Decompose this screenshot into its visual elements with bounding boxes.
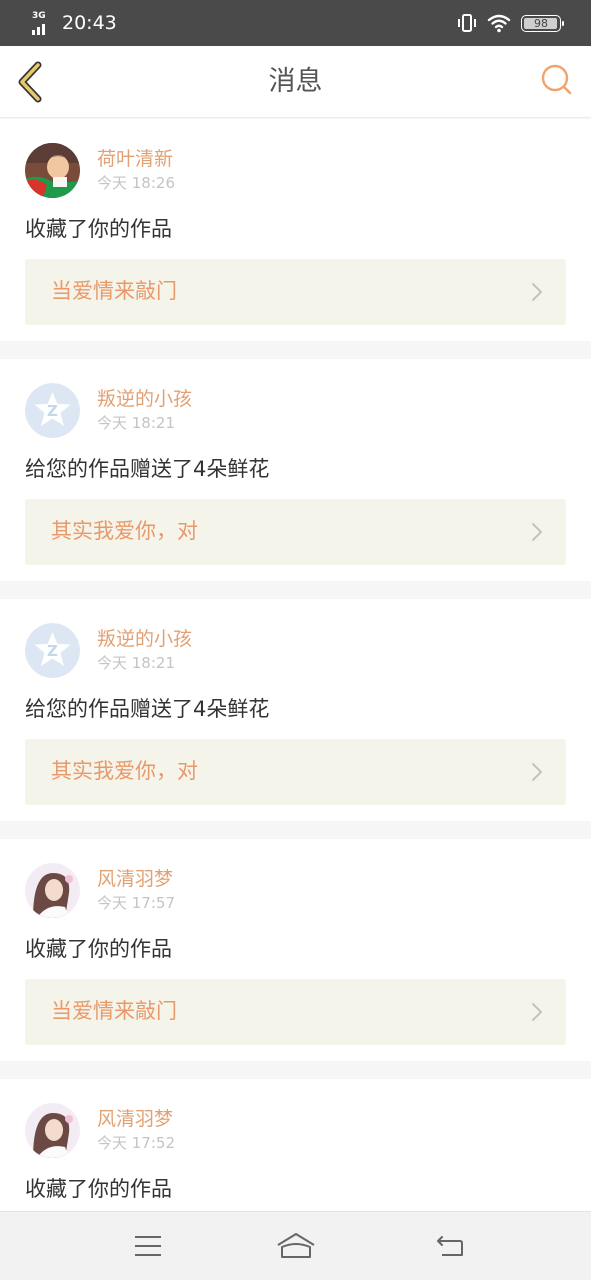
- message-card: Z 叛逆的小孩 今天 18:21 给您的作品赠送了4朵鲜花 其实我爱你，对: [0, 359, 591, 581]
- message-time: 今天 18:21: [97, 654, 175, 672]
- girl-photo-avatar[interactable]: [25, 863, 80, 918]
- chevron-right-icon: [532, 1003, 542, 1021]
- work-link[interactable]: 当爱情来敲门: [25, 259, 566, 325]
- menu-button[interactable]: [128, 1226, 168, 1266]
- message-list: 荷叶清新 今天 18:26 收藏了你的作品 当爱情来敲门 Z 叛逆的小孩 今天 …: [0, 119, 591, 1211]
- work-link[interactable]: 当爱情来敲门: [25, 979, 566, 1045]
- network-type: 3G: [32, 11, 46, 21]
- message-action: 收藏了你的作品: [25, 937, 172, 961]
- battery-icon: 98: [521, 14, 564, 32]
- message-time: 今天 18:21: [97, 414, 175, 432]
- user-name[interactable]: 风清羽梦: [97, 1107, 173, 1131]
- svg-text:Z: Z: [47, 642, 58, 660]
- work-title: 当爱情来敲门: [51, 279, 177, 303]
- message-card: 风清羽梦 今天 17:52 收藏了你的作品: [0, 1079, 591, 1211]
- home-icon: [277, 1233, 315, 1258]
- vibrate-icon: [458, 14, 476, 32]
- page-title: 消息: [268, 66, 323, 97]
- message-action: 给您的作品赠送了4朵鲜花: [25, 697, 270, 721]
- message-action: 给您的作品赠送了4朵鲜花: [25, 457, 270, 481]
- search-button[interactable]: [539, 62, 575, 98]
- signal-icon: 3G: [32, 10, 54, 36]
- back-nav-button[interactable]: [430, 1226, 470, 1266]
- home-button[interactable]: [276, 1226, 316, 1266]
- default-qq-avatar[interactable]: Z: [25, 383, 80, 438]
- chevron-right-icon: [532, 283, 542, 301]
- user-name[interactable]: 叛逆的小孩: [97, 627, 192, 651]
- user-name[interactable]: 荷叶清新: [97, 147, 173, 171]
- menu-icon: [135, 1236, 161, 1256]
- svg-text:Z: Z: [47, 402, 58, 420]
- work-title: 其实我爱你，对: [51, 519, 198, 543]
- wifi-icon: [487, 14, 511, 33]
- message-card: 风清羽梦 今天 17:57 收藏了你的作品 当爱情来敲门: [0, 839, 591, 1061]
- message-time: 今天 18:26: [97, 174, 175, 192]
- app-header: 消息: [0, 46, 591, 118]
- back-arrow-icon: [437, 1236, 463, 1256]
- message-card: Z 叛逆的小孩 今天 18:21 给您的作品赠送了4朵鲜花 其实我爱你，对: [0, 599, 591, 821]
- status-bar: 3G 20:43 98: [0, 0, 591, 46]
- work-link[interactable]: 其实我爱你，对: [25, 499, 566, 565]
- screen: 3G 20:43 98 消息 荷叶清新 今天 18:26 收藏了你的作品 当爱情…: [0, 0, 591, 1280]
- system-nav-bar: [0, 1211, 591, 1280]
- work-title: 其实我爱你，对: [51, 759, 198, 783]
- search-icon: [541, 64, 572, 95]
- status-right: 98: [457, 10, 564, 36]
- status-left: 3G 20:43: [32, 9, 117, 37]
- work-title: 当爱情来敲门: [51, 999, 177, 1023]
- message-action: 收藏了你的作品: [25, 217, 172, 241]
- battery-level: 98: [534, 16, 548, 30]
- chevron-right-icon: [532, 523, 542, 541]
- work-link[interactable]: 其实我爱你，对: [25, 739, 566, 805]
- message-card: 荷叶清新 今天 18:26 收藏了你的作品 当爱情来敲门: [0, 119, 591, 341]
- user-name[interactable]: 叛逆的小孩: [97, 387, 192, 411]
- message-action: 收藏了你的作品: [25, 1177, 172, 1201]
- message-time: 今天 17:52: [97, 1134, 175, 1152]
- chevron-right-icon: [532, 763, 542, 781]
- clock: 20:43: [62, 12, 117, 34]
- girl-photo-avatar[interactable]: [25, 1103, 80, 1158]
- message-time: 今天 17:57: [97, 894, 175, 912]
- default-qq-avatar[interactable]: Z: [25, 623, 80, 678]
- boy-photo-avatar[interactable]: [25, 143, 80, 198]
- user-name[interactable]: 风清羽梦: [97, 867, 173, 891]
